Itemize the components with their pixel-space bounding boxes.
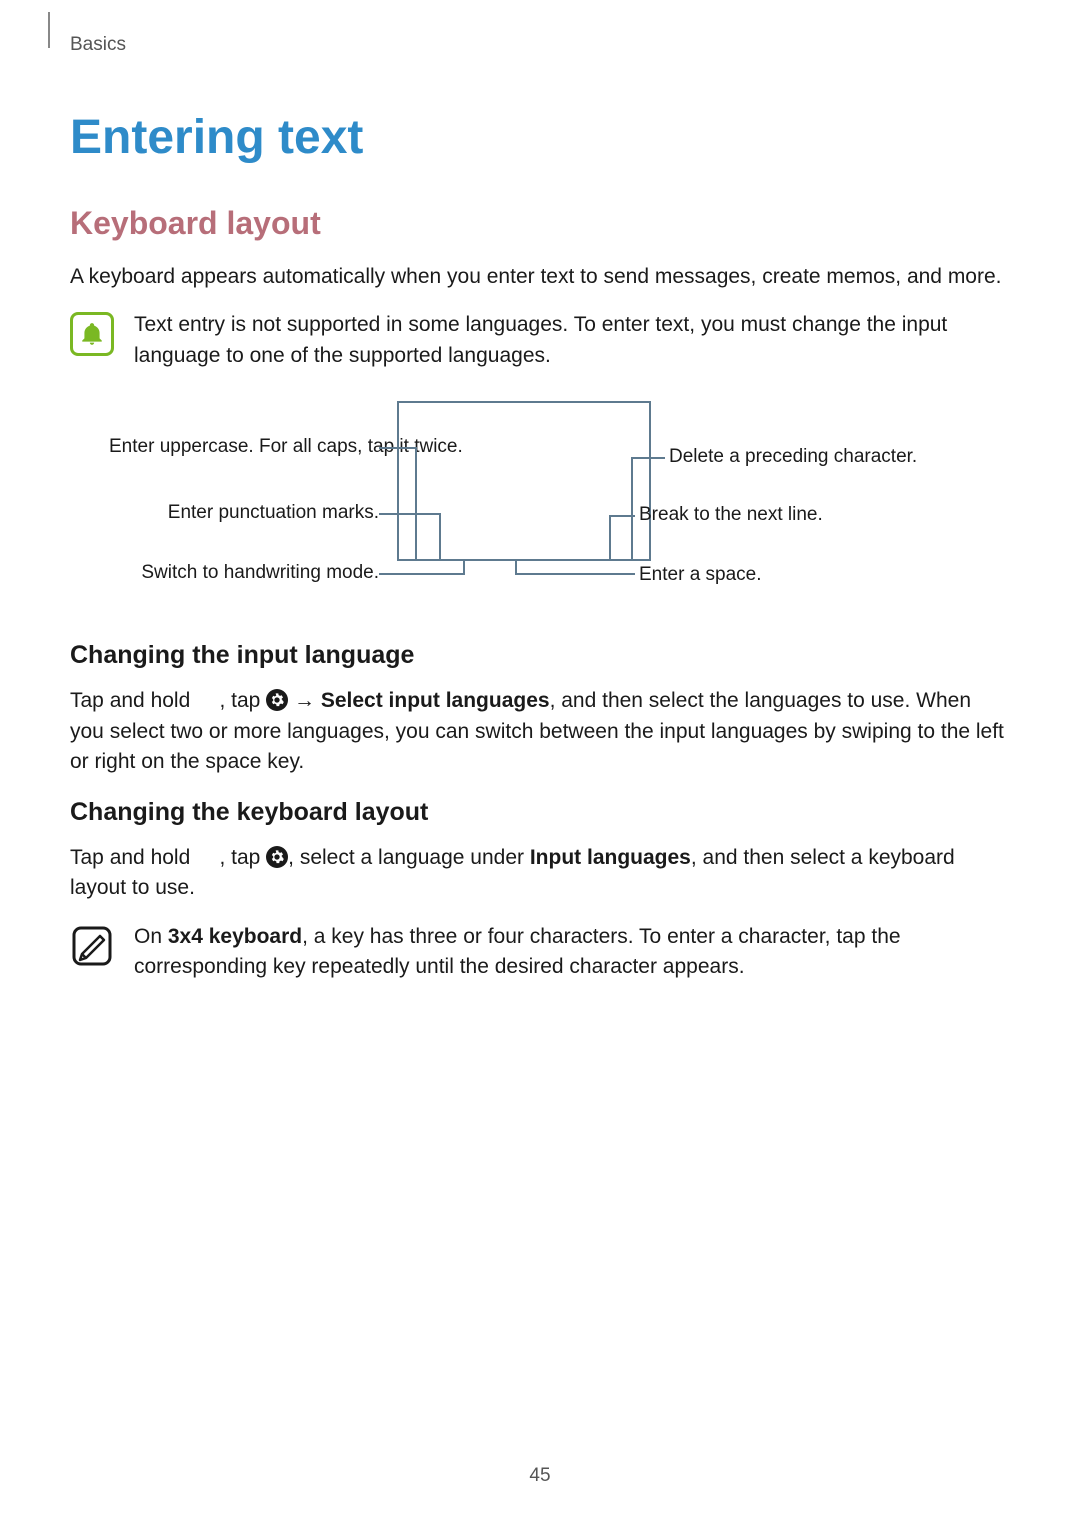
note-language-support: Text entry is not supported in some lang… — [70, 310, 1010, 371]
gear-icon — [266, 846, 288, 868]
note-3x4-keyboard: On 3x4 keyboard, a key has three or four… — [70, 922, 1010, 983]
keyboard-layout-intro: A keyboard appears automatically when yo… — [70, 262, 1010, 292]
gear-icon — [266, 689, 288, 711]
page-number: 45 — [0, 1465, 1080, 1487]
label-handwriting: Switch to handwriting mode. — [115, 561, 379, 586]
subsection-keyboard-layout-heading: Changing the keyboard layout — [70, 798, 1010, 827]
page-title: Entering text — [70, 110, 1010, 165]
section-keyboard-layout-heading: Keyboard layout — [70, 205, 1010, 242]
memo-icon — [70, 924, 114, 968]
label-uppercase: Enter uppercase. For all caps, tap it tw… — [109, 435, 379, 460]
subsection-input-language-heading: Changing the input language — [70, 641, 1010, 670]
label-punctuation: Enter punctuation marks. — [145, 501, 379, 526]
input-language-text: Tap and hold , tap → Select input langua… — [70, 686, 1010, 777]
note-3x4-keyboard-text: On 3x4 keyboard, a key has three or four… — [134, 922, 1010, 983]
note-language-support-text: Text entry is not supported in some lang… — [134, 310, 1010, 371]
label-nextline: Break to the next line. — [639, 503, 823, 528]
page-content: Entering text Keyboard layout A keyboard… — [0, 0, 1080, 982]
bell-icon — [70, 312, 114, 356]
keyboard-diagram: Enter uppercase. For all caps, tap it tw… — [115, 401, 965, 601]
label-space: Enter a space. — [639, 563, 762, 588]
label-delete: Delete a preceding character. — [669, 445, 917, 470]
diagram-keyboard-box — [397, 401, 651, 561]
keyboard-layout-change-text: Tap and hold , tap , select a language u… — [70, 843, 1010, 904]
